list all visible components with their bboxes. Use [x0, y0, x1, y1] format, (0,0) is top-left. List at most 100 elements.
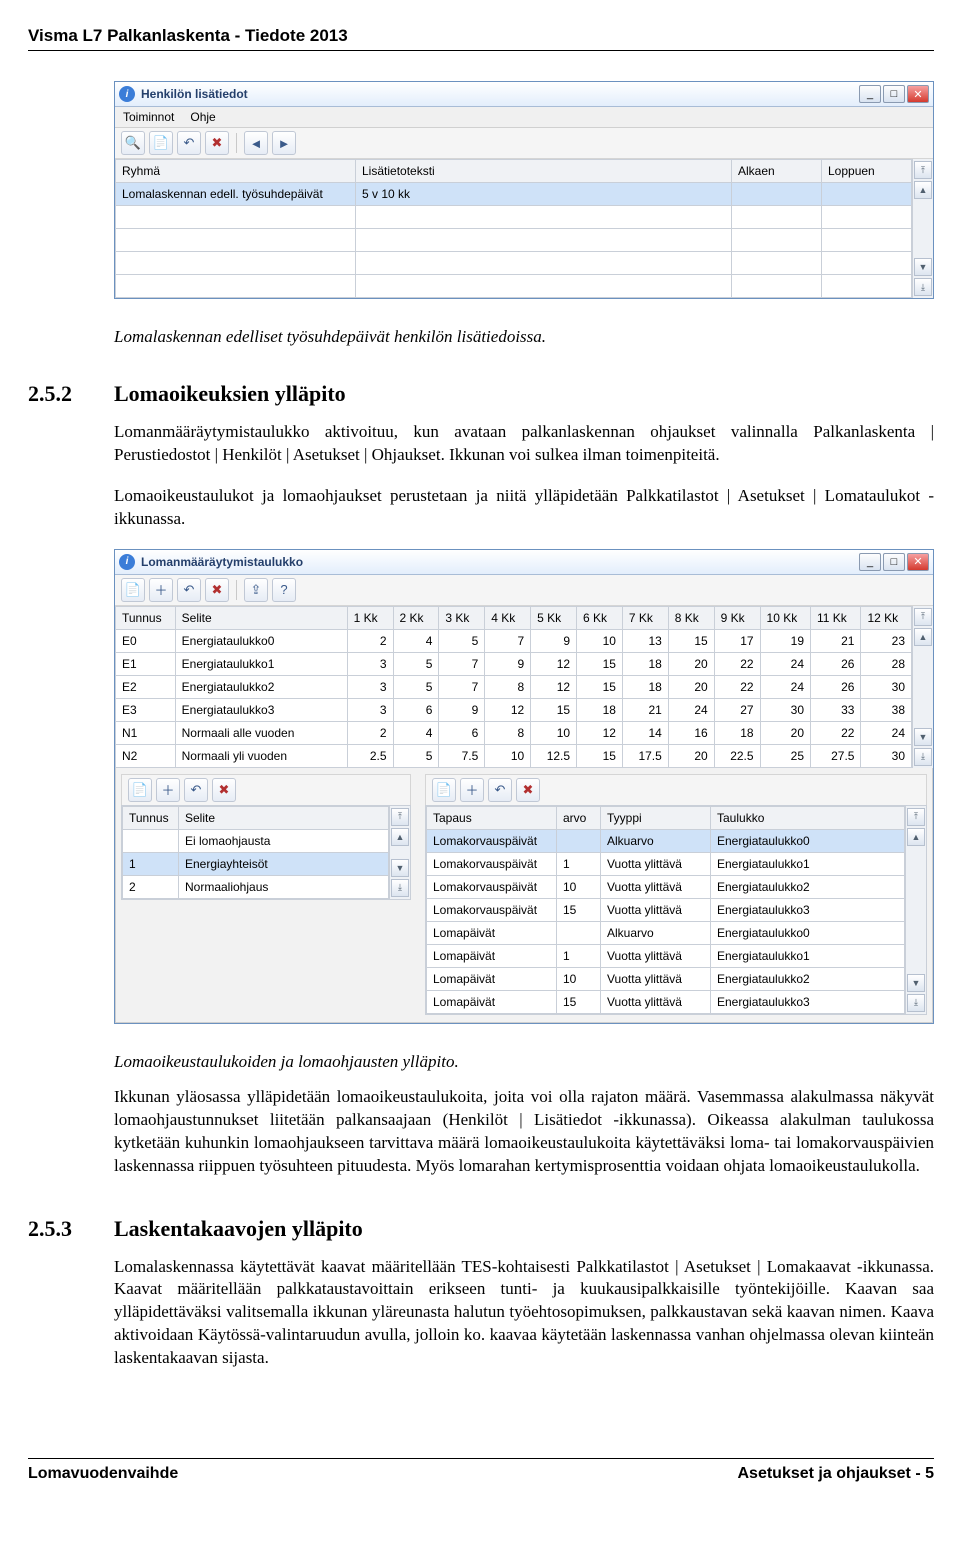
- grid-row[interactable]: E0Energiataulukko02457910131517192123: [116, 629, 912, 652]
- grid-row[interactable]: [116, 275, 912, 298]
- undo-icon[interactable]: ↶: [184, 778, 208, 802]
- col-header[interactable]: Selite: [179, 806, 389, 829]
- grid-row[interactable]: Lomapäivät15Vuotta ylittäväEnergiatauluk…: [427, 990, 905, 1013]
- scrollbar[interactable]: ⤒ ▲ ▼ ⤓: [389, 806, 410, 899]
- grid-row[interactable]: Lomakorvauspäivät15Vuotta ylittäväEnergi…: [427, 898, 905, 921]
- scrollbar[interactable]: ⤒ ▲ ▼ ⤓: [905, 806, 926, 1014]
- cell: Lomapäivät: [427, 990, 557, 1013]
- delete-icon[interactable]: ✖: [212, 778, 236, 802]
- col-ryhma[interactable]: Ryhmä: [116, 160, 356, 183]
- new-icon[interactable]: 📄: [149, 131, 173, 155]
- help-icon[interactable]: ?: [272, 578, 296, 602]
- cell: 26: [811, 675, 861, 698]
- col-header[interactable]: 12 Kk: [861, 606, 912, 629]
- grid-row[interactable]: [116, 229, 912, 252]
- maximize-button[interactable]: □: [883, 553, 905, 571]
- scroll-down-icon[interactable]: ▼: [914, 728, 932, 746]
- scrollbar[interactable]: ⤒ ▲ ▼ ⤓: [912, 606, 933, 768]
- grid-row[interactable]: LomapäivätAlkuarvoEnergiataulukko0: [427, 921, 905, 944]
- close-button[interactable]: ✕: [907, 85, 929, 103]
- grid-row[interactable]: 2Normaaliohjaus: [123, 875, 389, 898]
- undo-icon[interactable]: ↶: [488, 778, 512, 802]
- col-header[interactable]: 2 Kk: [393, 606, 439, 629]
- col-header[interactable]: 3 Kk: [439, 606, 485, 629]
- grid-row[interactable]: E1Energiataulukko135791215182022242628: [116, 652, 912, 675]
- scroll-top-icon[interactable]: ⤒: [391, 808, 409, 826]
- scroll-top-icon[interactable]: ⤒: [907, 808, 925, 826]
- scroll-top-icon[interactable]: ⤒: [914, 608, 932, 626]
- cell: 12: [531, 675, 577, 698]
- minimize-button[interactable]: _: [859, 553, 881, 571]
- col-header[interactable]: Tapaus: [427, 806, 557, 829]
- delete-icon[interactable]: ✖: [205, 131, 229, 155]
- col-header[interactable]: 1 Kk: [347, 606, 393, 629]
- scroll-down-icon[interactable]: ▼: [391, 859, 409, 877]
- grid-row[interactable]: E2Energiataulukko235781215182022242630: [116, 675, 912, 698]
- col-header[interactable]: 6 Kk: [577, 606, 623, 629]
- prev-icon[interactable]: ◄: [244, 131, 268, 155]
- col-alkaen[interactable]: Alkaen: [732, 160, 822, 183]
- col-header[interactable]: 11 Kk: [811, 606, 861, 629]
- titlebar[interactable]: i Lomanmääräytymistaulukko _ □ ✕: [115, 550, 933, 575]
- delete-icon[interactable]: ✖: [205, 578, 229, 602]
- col-header[interactable]: Tunnus: [123, 806, 179, 829]
- new-icon[interactable]: 📄: [432, 778, 456, 802]
- scroll-bottom-icon[interactable]: ⤓: [914, 748, 932, 766]
- grid-row[interactable]: Lomalaskennan edell. työsuhdepäivät 5 v …: [116, 183, 912, 206]
- grid-row[interactable]: Ei lomaohjausta: [123, 829, 389, 852]
- scroll-up-icon[interactable]: ▲: [914, 181, 932, 199]
- undo-icon[interactable]: ↶: [177, 131, 201, 155]
- col-lisatieto[interactable]: Lisätietoteksti: [356, 160, 732, 183]
- scroll-down-icon[interactable]: ▼: [907, 974, 925, 992]
- scroll-up-icon[interactable]: ▲: [907, 828, 925, 846]
- titlebar[interactable]: i Henkilön lisätiedot _ □ ✕: [115, 82, 933, 107]
- cell: 9: [531, 629, 577, 652]
- scroll-bottom-icon[interactable]: ⤓: [914, 278, 932, 296]
- grid-row[interactable]: 1Energiayhteisöt: [123, 852, 389, 875]
- col-header[interactable]: Taulukko: [711, 806, 905, 829]
- grid-row[interactable]: Lomakorvauspäivät1Vuotta ylittäväEnergia…: [427, 852, 905, 875]
- next-icon[interactable]: ►: [272, 131, 296, 155]
- col-header[interactable]: 8 Kk: [668, 606, 714, 629]
- grid-row[interactable]: LomakorvauspäivätAlkuarvoEnergiataulukko…: [427, 829, 905, 852]
- addrow-icon[interactable]: ＋: [460, 778, 484, 802]
- close-button[interactable]: ✕: [907, 553, 929, 571]
- export-icon[interactable]: ⇪: [244, 578, 268, 602]
- menu-ohje[interactable]: Ohje: [190, 110, 215, 124]
- col-header[interactable]: arvo: [557, 806, 601, 829]
- col-header[interactable]: 4 Kk: [485, 606, 531, 629]
- scroll-bottom-icon[interactable]: ⤓: [391, 879, 409, 897]
- col-header[interactable]: 7 Kk: [622, 606, 668, 629]
- minimize-button[interactable]: _: [859, 85, 881, 103]
- grid-row[interactable]: [116, 252, 912, 275]
- scroll-top-icon[interactable]: ⤒: [914, 161, 932, 179]
- menu-toiminnot[interactable]: Toiminnot: [123, 110, 174, 124]
- new-icon[interactable]: 📄: [128, 778, 152, 802]
- col-header[interactable]: Tunnus: [116, 606, 176, 629]
- col-header[interactable]: 10 Kk: [760, 606, 810, 629]
- grid-row[interactable]: N2Normaali yli vuoden2.557.51012.51517.5…: [116, 744, 912, 767]
- addrow-icon[interactable]: ＋: [149, 578, 173, 602]
- delete-icon[interactable]: ✖: [516, 778, 540, 802]
- col-header[interactable]: 5 Kk: [531, 606, 577, 629]
- addrow-icon[interactable]: ＋: [156, 778, 180, 802]
- grid-row[interactable]: [116, 206, 912, 229]
- grid-row[interactable]: N1Normaali alle vuoden246810121416182022…: [116, 721, 912, 744]
- col-header[interactable]: Selite: [175, 606, 347, 629]
- search-icon[interactable]: 🔍: [121, 131, 145, 155]
- grid-row[interactable]: Lomakorvauspäivät10Vuotta ylittäväEnergi…: [427, 875, 905, 898]
- scroll-down-icon[interactable]: ▼: [914, 258, 932, 276]
- scroll-up-icon[interactable]: ▲: [914, 628, 932, 646]
- col-header[interactable]: Tyyppi: [601, 806, 711, 829]
- col-loppuen[interactable]: Loppuen: [822, 160, 912, 183]
- grid-row[interactable]: E3Energiataulukko3369121518212427303338: [116, 698, 912, 721]
- grid-row[interactable]: Lomapäivät1Vuotta ylittäväEnergiataulukk…: [427, 944, 905, 967]
- scroll-bottom-icon[interactable]: ⤓: [907, 994, 925, 1012]
- grid-row[interactable]: Lomapäivät10Vuotta ylittäväEnergiatauluk…: [427, 967, 905, 990]
- maximize-button[interactable]: □: [883, 85, 905, 103]
- scrollbar[interactable]: ⤒ ▲ ▼ ⤓: [912, 159, 933, 298]
- undo-icon[interactable]: ↶: [177, 578, 201, 602]
- new-icon[interactable]: 📄: [121, 578, 145, 602]
- col-header[interactable]: 9 Kk: [714, 606, 760, 629]
- scroll-up-icon[interactable]: ▲: [391, 828, 409, 846]
